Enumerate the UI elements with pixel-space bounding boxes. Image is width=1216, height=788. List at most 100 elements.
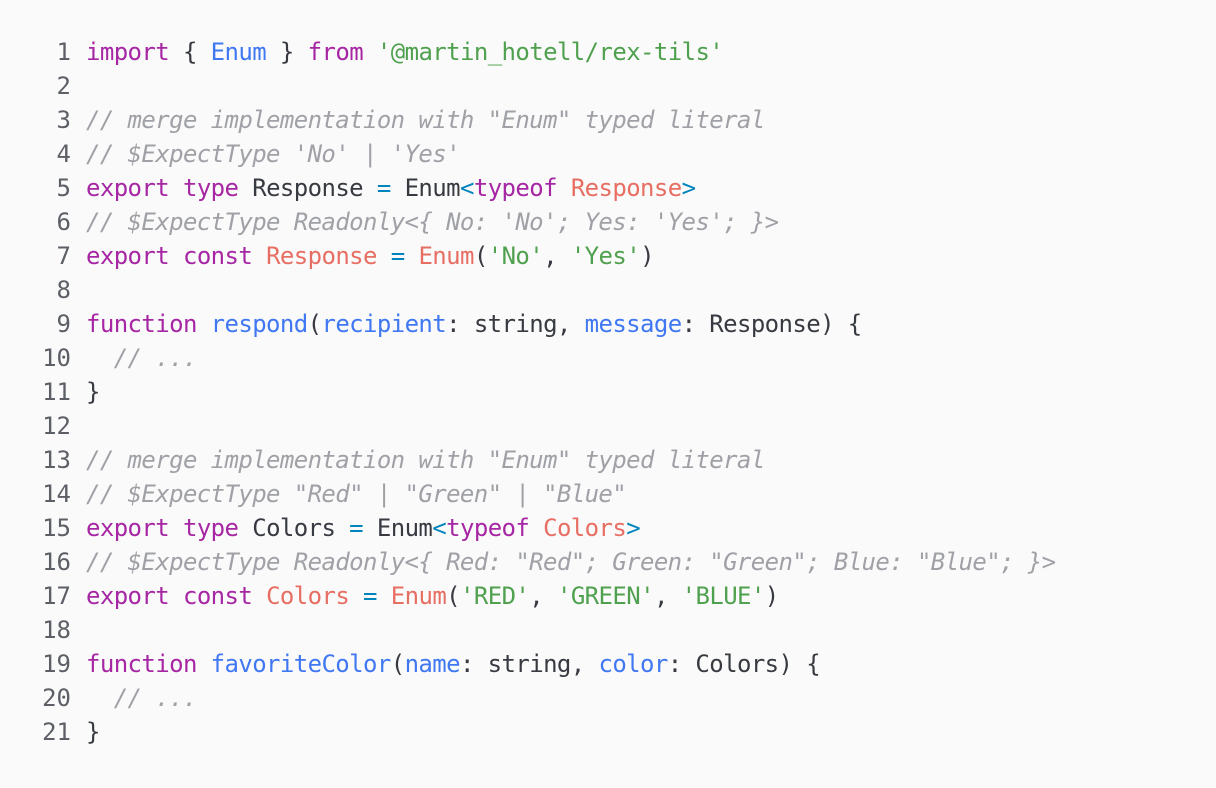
code-token-operator: <: [459, 174, 474, 202]
code-token-comment: // $ExpectType 'No' | 'Yes': [86, 140, 461, 168]
code-token-param: color: [598, 650, 668, 678]
code-token-plain: : string,: [446, 310, 585, 338]
code-token-plain: }: [86, 378, 100, 406]
code-token-keyword: import: [86, 38, 170, 66]
code-text: }: [71, 375, 100, 409]
code-line[interactable]: 15 export type Colors = Enum<typeof Color…: [0, 511, 1216, 545]
code-line[interactable]: 18: [0, 613, 1216, 647]
code-token-string: 'RED': [460, 582, 530, 610]
code-line[interactable]: 21}: [0, 715, 1216, 749]
code-text: // ...: [71, 341, 198, 375]
code-token-keyword: export: [86, 514, 170, 542]
code-line[interactable]: 19 function favoriteColor(name: string, c…: [0, 647, 1216, 681]
code-editor[interactable]: 1 import { Enum } from '@martin_hotell/re…: [0, 0, 1216, 788]
code-text: // $ExpectType Readonly<{ No: 'No'; Yes:…: [71, 205, 779, 239]
code-token-keyword: export: [86, 582, 170, 610]
line-number: 1: [56, 38, 71, 66]
code-text: // $ExpectType "Red" | "Green" | "Blue": [71, 477, 627, 511]
code-token-plain: Enum: [390, 174, 461, 202]
code-line[interactable]: 11}: [0, 375, 1216, 409]
code-token-keyword: type: [182, 514, 239, 542]
code-text: export const Response = Enum('No', 'Yes'…: [71, 239, 655, 273]
line-number: 8: [56, 276, 71, 304]
code-token-plain: (: [307, 310, 322, 338]
line-number: 7: [56, 242, 71, 270]
code-token-plain: : string,: [459, 650, 599, 678]
code-line[interactable]: 2: [0, 69, 1216, 103]
code-line[interactable]: 20 // ...: [0, 681, 1216, 715]
code-token-plain: Colors: [238, 514, 350, 542]
code-text: // merge implementation with "Enum" type…: [71, 443, 765, 477]
code-token-keyword: typeof: [473, 174, 558, 202]
code-token-plain: }: [266, 38, 308, 66]
code-line[interactable]: 13 // merge implementation with "Enum" ty…: [0, 443, 1216, 477]
code-line[interactable]: 1 import { Enum } from '@martin_hotell/re…: [0, 35, 1216, 69]
code-line[interactable]: 9 function respond(recipient: string, mes…: [0, 307, 1216, 341]
line-number: 13: [42, 446, 71, 474]
code-token-keyword: export: [86, 242, 170, 270]
code-token-param: message: [584, 310, 683, 338]
line-number: 14: [42, 480, 71, 508]
code-token-operator: =: [349, 514, 364, 542]
code-line[interactable]: 16 // $ExpectType Readonly<{ Red: "Red"; …: [0, 545, 1216, 579]
code-token-class: Enum: [390, 582, 447, 610]
line-number: 16: [42, 548, 71, 576]
code-line[interactable]: 10 // ...: [0, 341, 1216, 375]
code-token-plain: : Colors) {: [667, 650, 821, 678]
code-token-comment: // $ExpectType Readonly<{ Red: "Red"; Gr…: [86, 548, 1056, 576]
code-token-comment: // ...: [113, 684, 198, 712]
code-text: import { Enum } from '@martin_hotell/rex…: [71, 35, 724, 69]
code-token-plain: (: [473, 242, 488, 270]
line-number: 11: [42, 378, 71, 406]
code-line[interactable]: 3 // merge implementation with "Enum" typ…: [0, 103, 1216, 137]
code-token-plain: (: [446, 582, 461, 610]
code-token-plain: ): [764, 582, 779, 610]
code-text: // $ExpectType Readonly<{ Red: "Red"; Gr…: [71, 545, 1056, 579]
code-token-operator: =: [390, 242, 405, 270]
code-line[interactable]: 12: [0, 409, 1216, 443]
line-number: 6: [56, 208, 71, 236]
code-token-plain: : Response) {: [681, 310, 863, 338]
code-token-keyword: from: [307, 38, 364, 66]
line-number: 4: [56, 140, 71, 168]
code-line[interactable]: 4 // $ExpectType 'No' | 'Yes': [0, 137, 1216, 171]
code-text: export type Response = Enum<typeof Respo…: [71, 171, 696, 205]
code-line[interactable]: 5 export type Response = Enum<typeof Resp…: [0, 171, 1216, 205]
code-token-plain: ,: [543, 242, 571, 270]
code-text: export const Colors = Enum('RED', 'GREEN…: [71, 579, 779, 613]
code-token-class: Response: [266, 242, 377, 270]
line-number: 10: [42, 344, 71, 372]
code-token-operator: <: [432, 514, 447, 542]
code-token-keyword: const: [182, 242, 253, 270]
code-token-operator: >: [681, 174, 696, 202]
code-token-class: Enum: [418, 242, 474, 270]
code-text: function respond(recipient: string, mess…: [71, 307, 862, 341]
code-token-comment: // merge implementation with "Enum" type…: [86, 446, 765, 474]
line-number: 17: [42, 582, 71, 610]
code-token-keyword: export: [86, 174, 170, 202]
code-line[interactable]: 7 export const Response = Enum('No', 'Yes…: [0, 239, 1216, 273]
code-text: // $ExpectType 'No' | 'Yes': [71, 137, 461, 171]
code-token-string: 'Yes': [570, 242, 641, 270]
code-token-class: Colors: [266, 582, 350, 610]
code-text: }: [71, 715, 100, 749]
code-line[interactable]: 6 // $ExpectType Readonly<{ No: 'No'; Yes…: [0, 205, 1216, 239]
line-number: 9: [56, 310, 71, 338]
code-line[interactable]: 8: [0, 273, 1216, 307]
code-line[interactable]: 17 export const Colors = Enum('RED', 'GRE…: [0, 579, 1216, 613]
code-text: // merge implementation with "Enum" type…: [71, 103, 765, 137]
code-token-string: 'GREEN': [556, 582, 655, 610]
code-line[interactable]: 14 // $ExpectType "Red" | "Green" | "Blue…: [0, 477, 1216, 511]
code-token-function: Enum: [210, 38, 267, 66]
